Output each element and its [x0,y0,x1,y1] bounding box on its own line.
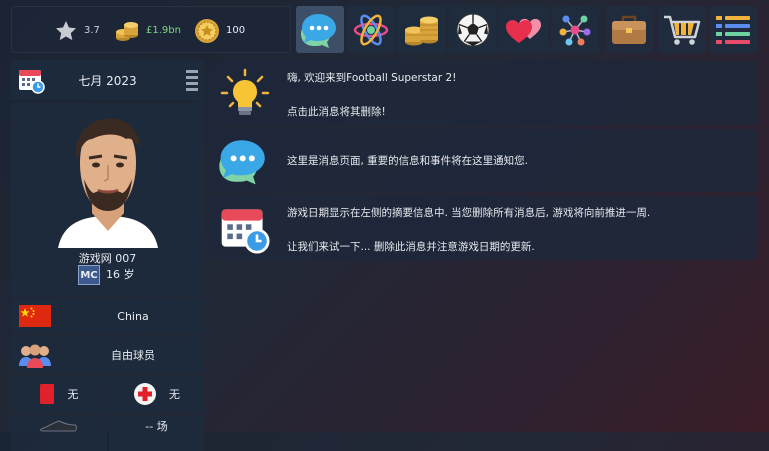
chat-bubbles-icon [219,140,265,185]
stats-bar: 3.7 £1.9bn 100 [11,6,291,53]
coin-stack-icon [116,21,138,41]
coin-stack-icon [405,16,438,45]
date-header: 七月 2023 [11,60,204,100]
games-cell: -- 场 [109,415,204,451]
medal-icon [195,18,219,43]
player-avatar [58,118,158,248]
nation-flag-cell [11,298,59,334]
fame-value: 100 [226,25,246,36]
player-age: 16 岁 [106,268,135,281]
training-button[interactable] [347,6,395,53]
finance-button[interactable] [398,6,446,53]
menu-button[interactable] [709,6,757,53]
team-icon [19,344,51,368]
china-flag-icon [19,305,51,327]
message-item[interactable]: 这里是消息页面, 重要的信息和事件将在这里通知您. [210,129,757,192]
message-line: 游戏日期显示在左侧的摘要信息中. 当您删除所有消息后, 游戏将向前推进一周. [287,207,651,219]
message-line: 这里是消息页面, 重要的信息和事件将在这里通知您. [287,155,529,167]
player-name: 游戏网 007 [78,252,137,265]
relationships-button[interactable] [500,6,548,53]
money-stat: £1.9bn [114,7,181,54]
calendar-icon [221,209,270,254]
message-line: 嗨, 欢迎来到Football Superstar 2! [287,72,457,84]
menu-list-icon [716,15,750,44]
fame-stat: 100 [194,7,245,54]
list-icon[interactable] [186,69,198,91]
star-icon [56,20,76,40]
atom-icon [353,14,389,45]
medical-cross-icon [134,383,156,405]
messages-button[interactable] [296,6,344,53]
club-cell[interactable]: 自由球员 [62,337,204,373]
message-item[interactable]: 游戏日期显示在左侧的摘要信息中. 当您删除所有消息后, 游戏将向前推进一周. 让… [210,196,757,260]
player-position-badge: MC [78,265,100,285]
red-card-cell: 无 [11,376,107,412]
hearts-icon [506,18,541,43]
career-button[interactable] [605,6,653,53]
injury-value: 无 [169,388,180,401]
player-card[interactable]: 游戏网 007 MC 16 岁 [11,103,204,296]
message-item[interactable]: 嗨, 欢迎来到Football Superstar 2! 点击此消息将其删除! [210,61,757,125]
network-icon [559,15,591,45]
shopping-cart-icon [664,15,701,45]
lightbulb-icon [220,68,270,115]
boots-cell [11,415,107,451]
network-button[interactable] [551,6,599,53]
message-line: 让我们来试一下... 删除此消息并注意游戏日期的更新. [287,241,535,253]
shop-button[interactable] [658,6,706,53]
boot-icon [40,420,77,432]
red-card-icon [39,384,54,404]
game-date: 七月 2023 [78,73,137,88]
soccer-ball-icon [456,13,490,46]
nation-name: China [117,309,149,323]
money-value: £1.9bn [146,25,181,36]
rating-stat: 3.7 [54,7,100,54]
message-line: 点击此消息将其删除! [287,106,386,118]
club-icon-cell [11,337,59,373]
chat-bubbles-icon [301,13,336,48]
nation-cell: China [62,298,204,334]
match-button[interactable] [449,6,497,53]
red-card-value: 无 [67,388,79,401]
injury-cell: 无 [109,376,204,412]
club-name: 自由球员 [111,349,155,362]
rating-value: 3.7 [84,25,100,36]
briefcase-icon [612,15,646,44]
